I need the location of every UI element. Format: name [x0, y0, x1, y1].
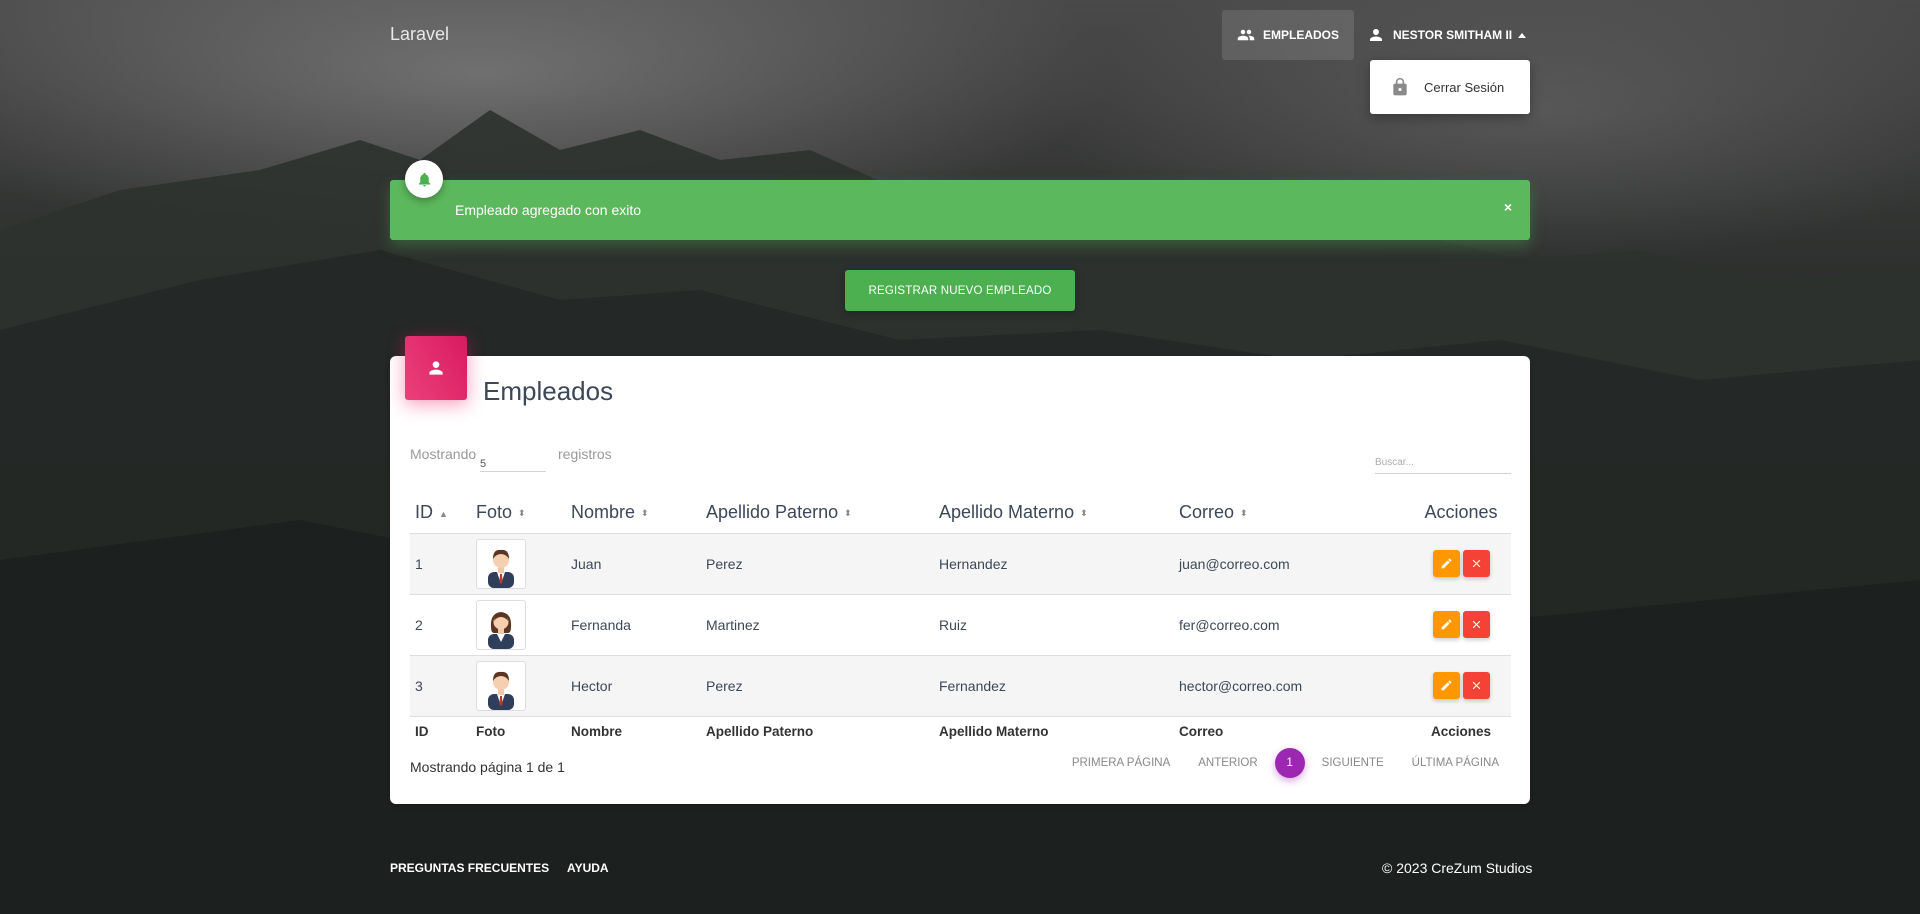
caret-up-icon	[1518, 32, 1527, 38]
cell-id: 2	[410, 593, 471, 655]
sort-icon: ⬍	[518, 508, 526, 518]
sort-icon: ⬍	[1080, 508, 1088, 518]
male-avatar-icon	[476, 538, 526, 589]
footer-apellido-materno: Apellido Materno	[934, 715, 1174, 746]
pencil-icon	[1441, 680, 1451, 691]
show-entries-suffix: registros	[558, 446, 612, 462]
cell-foto	[471, 532, 566, 594]
search-input[interactable]	[1375, 452, 1511, 474]
cell-apellido-paterno: Perez	[701, 532, 934, 594]
sort-icon: ⬍	[1240, 508, 1248, 518]
table-header-row: ID ▲ Foto ⬍ Nombre ⬍ Apellido Paterno ⬍ Apel…	[410, 493, 1511, 533]
cell-acciones	[1406, 532, 1511, 594]
sort-asc-icon: ▲	[439, 508, 448, 519]
header-nombre[interactable]: Nombre ⬍	[566, 493, 701, 533]
cell-apellido-materno: Hernandez	[934, 532, 1174, 594]
pencil-icon	[1441, 619, 1451, 630]
person-icon	[1370, 29, 1382, 41]
footer-help-link[interactable]: Ayuda	[567, 861, 609, 875]
header-apellido-paterno[interactable]: Apellido Paterno ⬍	[701, 493, 934, 533]
sort-icon: ⬍	[844, 508, 852, 518]
register-employee-button[interactable]: Registrar Nuevo Empleado	[845, 270, 1075, 311]
cell-correo: fer@correo.com	[1174, 593, 1406, 655]
nav-employees-label: Empleados	[1263, 28, 1340, 42]
footer-faq-link[interactable]: Preguntas Frecuentes	[390, 861, 549, 875]
delete-button[interactable]	[1462, 611, 1490, 638]
cell-foto	[471, 593, 566, 655]
cell-acciones	[1406, 593, 1511, 655]
female-avatar-icon	[476, 599, 526, 650]
nav-employees-button[interactable]: Empleados	[1222, 10, 1355, 60]
male-avatar-icon	[476, 660, 526, 711]
cell-id: 1	[410, 532, 471, 594]
footer-copyright: © 2023 CreZum Studios	[1382, 860, 1533, 876]
brand-logo[interactable]: Laravel	[390, 24, 449, 45]
show-entries-prefix: Mostrando	[410, 446, 477, 462]
lock-icon	[1393, 77, 1407, 96]
previous-page-button[interactable]: Anterior	[1187, 748, 1268, 778]
header-apellido-materno[interactable]: Apellido Materno ⬍	[934, 493, 1174, 533]
close-icon	[1472, 620, 1480, 629]
footer-acciones: Acciones	[1406, 715, 1511, 746]
logout-label: Cerrar Sesión	[1424, 79, 1505, 95]
pagination: Primera Página Anterior 1 Siguiente Últi…	[1061, 748, 1510, 778]
first-page-button[interactable]: Primera Página	[1061, 748, 1181, 778]
delete-button[interactable]	[1462, 672, 1490, 699]
footer-correo: Correo	[1174, 715, 1406, 746]
success-alert: Empleado agregado con exito ×	[390, 180, 1530, 240]
sort-icon: ⬍	[641, 508, 649, 518]
cell-nombre: Hector	[566, 654, 701, 716]
card-header-badge	[405, 336, 467, 400]
employees-card: Empleados Mostrando registros ID▲ Foto⬍ …	[390, 356, 1530, 804]
table-row: 2 Fernanda Martinez Ruiz fer@correo.com	[410, 593, 1511, 655]
header-id[interactable]: ID ▲	[410, 493, 471, 533]
delete-button[interactable]	[1462, 550, 1490, 577]
cell-nombre: Juan	[566, 532, 701, 594]
nav-user-label: Nestor Smitham II	[1393, 28, 1513, 42]
table-footer-row: ID Foto Nombre Apellido Paterno Apellido…	[410, 715, 1511, 746]
cell-apellido-paterno: Perez	[701, 654, 934, 716]
card-title: Empleados	[483, 376, 614, 406]
logout-menu-item[interactable]: Cerrar Sesión	[1370, 60, 1530, 114]
header-acciones: Acciones	[1424, 502, 1498, 523]
edit-button[interactable]	[1432, 611, 1460, 638]
edit-button[interactable]	[1432, 550, 1460, 577]
edit-button[interactable]	[1432, 672, 1460, 699]
alert-close-button[interactable]: ×	[1504, 199, 1512, 215]
cell-nombre: Fernanda	[566, 593, 701, 655]
footer-apellido-paterno: Apellido Paterno	[701, 715, 934, 746]
table-row: 1 Juan Perez Hernandez juan@correo.com	[410, 532, 1511, 594]
person-icon	[429, 361, 443, 375]
cell-id: 3	[410, 654, 471, 716]
cell-foto	[471, 654, 566, 716]
cell-apellido-materno: Ruiz	[934, 593, 1174, 655]
alert-bell-badge	[405, 160, 443, 198]
footer-nombre: Nombre	[566, 715, 701, 746]
pagination-info: Mostrando página 1 de 1	[410, 759, 565, 775]
footer-id: ID	[410, 715, 471, 746]
table-row: 3 Hector Perez Fernandez hector@correo.c…	[410, 654, 1511, 716]
bell-icon	[418, 172, 430, 187]
cell-correo: juan@correo.com	[1174, 532, 1406, 594]
nav-user-menu[interactable]: Nestor Smitham II	[1352, 10, 1541, 60]
cell-apellido-materno: Fernandez	[934, 654, 1174, 716]
cell-correo: hector@correo.com	[1174, 654, 1406, 716]
header-foto[interactable]: Foto ⬍	[471, 493, 566, 533]
cell-apellido-paterno: Martinez	[701, 593, 934, 655]
page-1-button[interactable]: 1	[1274, 748, 1305, 778]
close-icon	[1472, 559, 1480, 568]
alert-message: Empleado agregado con exito	[455, 202, 642, 218]
header-correo[interactable]: Correo ⬍	[1174, 493, 1406, 533]
cell-acciones	[1406, 654, 1511, 716]
employees-table: ID ▲ Foto ⬍ Nombre ⬍ Apellido Paterno ⬍ Apel…	[410, 493, 1511, 746]
last-page-button[interactable]: Última Página	[1401, 748, 1510, 778]
pencil-icon	[1441, 558, 1451, 569]
footer-foto: Foto	[471, 715, 566, 746]
people-icon	[1237, 29, 1255, 41]
next-page-button[interactable]: Siguiente	[1311, 748, 1395, 778]
entries-per-page-input[interactable]	[480, 450, 546, 472]
close-icon	[1472, 681, 1480, 690]
